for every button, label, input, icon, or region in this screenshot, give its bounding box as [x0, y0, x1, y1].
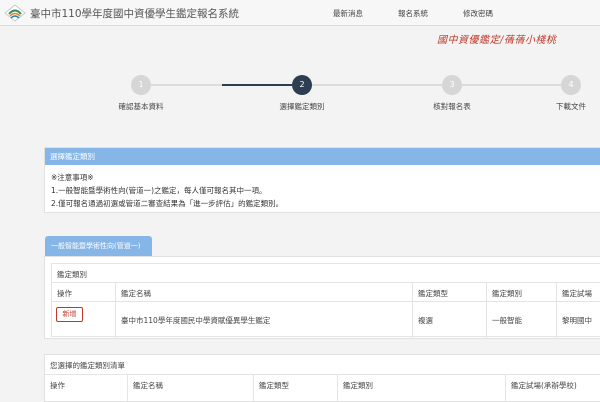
selected-list-panel: 您選擇的鑑定類別清單 操作 鑑定名稱 鑑定類型 鑑定類別 鑑定試場(承辦學校): [44, 354, 600, 402]
step-4-circle: 4: [561, 75, 581, 95]
column-header: 鑑定類別: [492, 289, 522, 298]
notes-heading: ※注意事項※: [51, 173, 94, 182]
logo-icon: [4, 4, 26, 22]
column-header: 操作: [57, 289, 72, 298]
column-header: 鑑定試場: [562, 289, 592, 298]
select-category-panel: 選擇鑑定類別 ※注意事項※ 1.一般智能暨學術性向(管道一)之鑑定，每人僅可報名…: [44, 147, 600, 213]
table-title: 鑑定類別: [57, 270, 87, 279]
notes-block: ※注意事項※ 1.一般智能暨學術性向(管道一)之鑑定，每人僅可報名其中一項。 2…: [45, 165, 600, 210]
step-connector-active: [222, 84, 292, 86]
column-header: 鑑定名稱: [121, 289, 151, 298]
nav-news-link[interactable]: 最新消息: [333, 8, 363, 19]
step-4-label: 下載文件: [556, 102, 586, 111]
row-name: 臺中市110學年度國民中學資賦優異學生鑑定: [121, 316, 271, 325]
step-connector: [462, 84, 561, 86]
category-table: 鑑定類別 操作 鑑定名稱 鑑定類型 鑑定類別 鑑定試場 臺中市110學年度國民中…: [51, 263, 600, 338]
step-2-label: 選擇鑑定類別: [279, 102, 325, 111]
step-indicator: 1 2 3 4 確認基本資料 選擇鑑定類別 核對報名表 下載文件: [0, 70, 600, 114]
nav-registration-link[interactable]: 報名系統: [398, 8, 428, 19]
column-header: 鑑定類別: [343, 381, 373, 390]
row-type: 複選: [418, 316, 433, 325]
step-3-circle: 3: [442, 75, 462, 95]
step-3-label: 核對報名表: [433, 102, 471, 111]
note-item: 1.一般智能暨學術性向(管道一)之鑑定，每人僅可報名其中一項。: [51, 186, 267, 195]
step-2-circle: 2: [292, 75, 312, 95]
add-button[interactable]: 新增: [56, 307, 83, 322]
site-title: 臺中市110學年度國中資優學生鑑定報名系統: [30, 8, 240, 20]
handwritten-watermark: 國中資優鑑定/蒨蒨小棧桃: [437, 35, 557, 46]
selected-list-title: 您選擇的鑑定類別清單: [50, 361, 125, 370]
note-item: 2.僅可報名通過初選或管道二審查結果為「進一步評估」的鑑定類別。: [51, 199, 284, 208]
column-header: 操作: [50, 381, 65, 390]
step-1-circle: 1: [131, 75, 151, 95]
column-header: 鑑定名稱: [133, 381, 163, 390]
panel-title: 選擇鑑定類別: [45, 148, 600, 165]
column-header: 鑑定類型: [418, 289, 448, 298]
row-category: 一般智能: [492, 316, 522, 325]
category-table-panel: 鑑定類別 操作 鑑定名稱 鑑定類型 鑑定類別 鑑定試場 臺中市110學年度國民中…: [44, 256, 600, 339]
nav-change-password-link[interactable]: 修改密碼: [463, 8, 493, 19]
step-connector: [312, 84, 442, 86]
column-header: 鑑定試場(承辦學校): [511, 381, 577, 390]
tab-general-intelligence[interactable]: 一般智能暨學術性向(管道一): [45, 236, 152, 256]
column-header: 鑑定類型: [259, 381, 289, 390]
step-1-label: 確認基本資料: [118, 102, 164, 111]
row-venue: 黎明國中: [562, 316, 592, 325]
top-navbar: 臺中市110學年度國中資優學生鑑定報名系統 最新消息 報名系統 修改密碼: [0, 0, 600, 26]
